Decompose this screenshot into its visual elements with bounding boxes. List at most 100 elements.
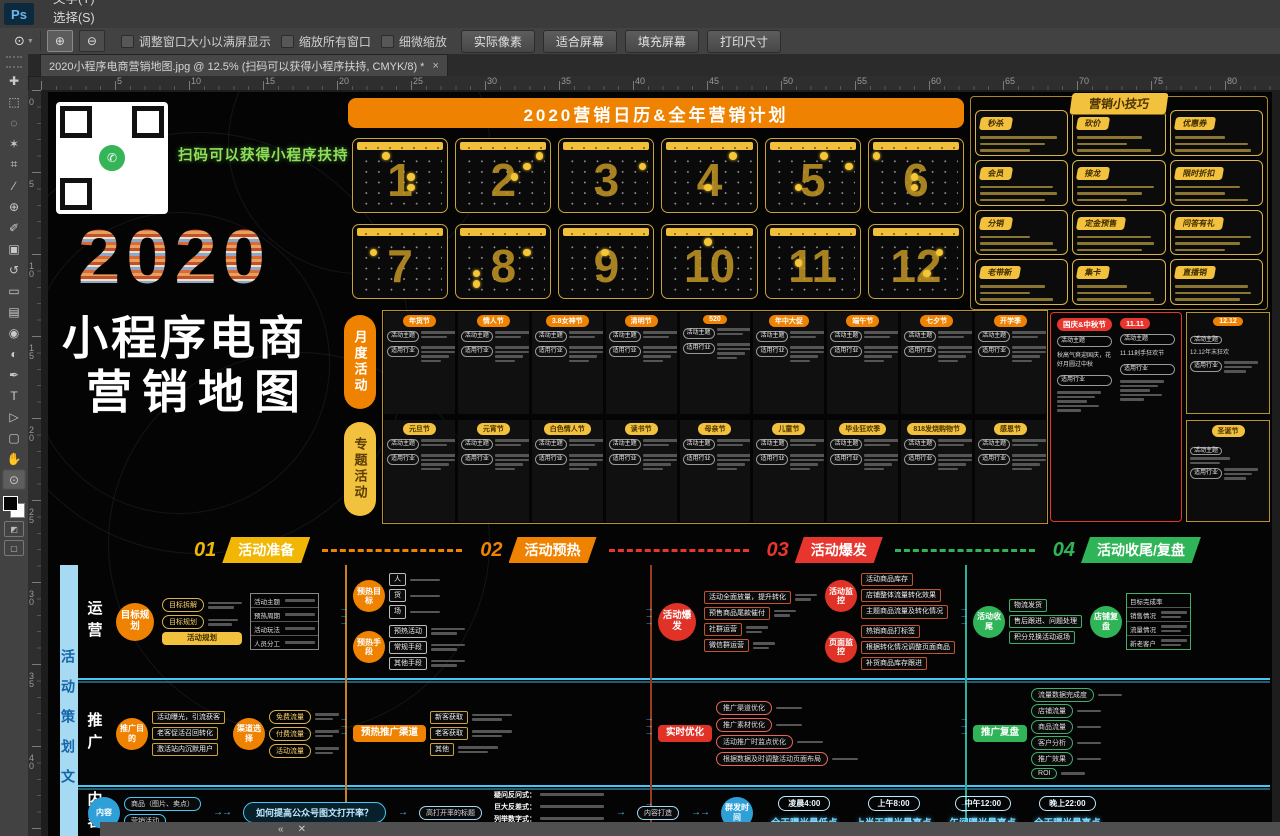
lasso-tool[interactable]: ◌ xyxy=(2,112,26,133)
dodge-tool[interactable]: ◐ xyxy=(2,343,26,364)
option-button[interactable]: 实际像素 xyxy=(461,30,535,53)
festival-day-dot xyxy=(704,184,712,192)
text-placeholder xyxy=(421,346,455,349)
gradient-tool[interactable]: ▤ xyxy=(2,301,26,322)
map-leaf-pill: 根据数据及时调整活动页面布局 xyxy=(716,752,828,766)
text-placeholder xyxy=(315,718,333,721)
map-branch-row: 流量数据完成度 xyxy=(1031,688,1122,702)
bottom-panel-bar[interactable]: « ✕ xyxy=(100,822,1280,836)
menu-item[interactable]: 文字(Y) xyxy=(42,0,109,7)
text-placeholder xyxy=(421,331,455,334)
text-placeholder xyxy=(569,468,589,471)
text-placeholder xyxy=(208,623,232,626)
event-card: 读书节活动主题适用行业 xyxy=(606,420,677,522)
ruler-tick-label: 50 xyxy=(783,76,793,86)
poster-document[interactable]: ✆ 扫码可以获得小程序扶持 2020 小程序电商 营销地图 2020营销日历&全… xyxy=(48,92,1272,836)
option-button[interactable]: 打印尺寸 xyxy=(707,30,781,53)
event-card-title: 毕业狂欢季 xyxy=(839,423,886,435)
zoom-in-button[interactable]: ⊕ xyxy=(47,30,73,52)
shape-tool[interactable]: ▢ xyxy=(2,427,26,448)
map-hub-node: 推广复盘 xyxy=(973,725,1027,742)
canvas-area[interactable]: ✆ 扫码可以获得小程序扶持 2020 小程序电商 营销地图 2020营销日历&全… xyxy=(41,90,1280,836)
hand-tool[interactable]: ✋ xyxy=(2,448,26,469)
text-placeholder xyxy=(790,351,824,354)
crop-tool[interactable]: ⌗ xyxy=(2,154,26,175)
type-tool[interactable]: T xyxy=(2,385,26,406)
map-branch-pill: 付费流量 xyxy=(269,727,311,741)
collapse-icon[interactable]: « xyxy=(278,824,284,835)
clone-stamp-tool[interactable]: ▣ xyxy=(2,238,26,259)
grid-cell: 推广目的活动曝光，引流获客老客促活召回转化激活站内沉默用户渠道选择免费流量付费流… xyxy=(110,682,345,785)
pen-tool[interactable]: ✒ xyxy=(2,364,26,385)
option-checkbox[interactable]: 调整窗口大小以满屏显示 xyxy=(121,33,271,50)
text-placeholder xyxy=(495,463,523,466)
event-card-title: 清明节 xyxy=(625,315,658,327)
close-icon[interactable]: ✕ xyxy=(298,824,306,835)
zoom-out-button[interactable]: ⊖ xyxy=(79,30,105,52)
brush-tool[interactable]: ✐ xyxy=(2,217,26,238)
map-branch-col: 热销商品打标签根据转化情况调整页面商品补货商品库存跟进 xyxy=(861,625,955,670)
industry-pill: 适用行业 xyxy=(683,454,715,465)
close-tab-icon[interactable]: × xyxy=(432,60,438,72)
map-branch-row: ROI xyxy=(1031,768,1122,779)
map-branch-row: 其他 xyxy=(430,743,512,756)
calendar-month-card: 6 xyxy=(868,138,964,213)
history-brush-tool[interactable]: ↺ xyxy=(2,259,26,280)
map-branch-row: 人 xyxy=(389,573,440,586)
marquee-tool[interactable]: ⬚ xyxy=(2,91,26,112)
option-button[interactable]: 适合屏幕 xyxy=(543,30,617,53)
option-checkbox[interactable]: 细微缩放 xyxy=(381,33,447,50)
event-card-title: 3.8女神节 xyxy=(546,315,589,327)
eyedropper-tool[interactable]: ∕ xyxy=(2,175,26,196)
text-placeholder xyxy=(864,355,892,358)
checkbox-label: 调整窗口大小以满屏显示 xyxy=(139,33,271,50)
event-card-title: 12.12 xyxy=(1213,317,1243,326)
text-placeholder xyxy=(1077,742,1101,745)
text-placeholder xyxy=(472,735,502,738)
checkbox-box[interactable] xyxy=(281,35,294,48)
foreground-color[interactable] xyxy=(3,496,18,511)
map-branch-row: 老客获取 xyxy=(430,727,512,740)
checkbox-box[interactable] xyxy=(121,35,134,48)
phase-label: 活动预热 xyxy=(509,537,597,563)
color-swatches[interactable] xyxy=(3,496,25,518)
ruler-tick-label: 80 xyxy=(1227,76,1237,86)
text-placeholder xyxy=(495,351,529,354)
move-tool[interactable]: ✚ xyxy=(2,70,26,91)
text-placeholder xyxy=(285,627,315,630)
option-checkbox[interactable]: 缩放所有窗口 xyxy=(281,33,371,50)
option-button[interactable]: 填充屏幕 xyxy=(625,30,699,53)
event-card-title: 元宵节 xyxy=(477,423,510,435)
phase-label: 活动准备 xyxy=(222,537,310,563)
zoom-tool[interactable]: ⊙ xyxy=(2,469,26,490)
eraser-tool[interactable]: ▭ xyxy=(2,280,26,301)
map-hub-node: 页面监控 xyxy=(825,631,857,663)
checkbox-box[interactable] xyxy=(381,35,394,48)
quick-mask-button[interactable]: ◩ xyxy=(4,521,24,537)
map-leaf: 活动商品库存 xyxy=(861,573,913,586)
toolbar-grip[interactable] xyxy=(6,56,22,68)
map-branch-row: 页面监控热销商品打标签根据转化情况调整页面商品补货商品库存跟进 xyxy=(825,625,955,670)
zoom-tool-preset[interactable]: ⊙ ▼ xyxy=(8,31,41,51)
text-placeholder xyxy=(643,331,677,334)
text-placeholder xyxy=(285,613,315,616)
text-placeholder xyxy=(1161,625,1187,628)
map-hub-node: 预热手段 xyxy=(353,631,385,663)
blur-tool[interactable]: ◉ xyxy=(2,322,26,343)
screen-mode-button[interactable]: ▢ xyxy=(4,540,24,556)
event-card-title: 感恩节 xyxy=(994,423,1027,435)
document-tab[interactable]: 2020小程序电商营销地图.jpg @ 12.5% (扫码可以获得小程序扶持, … xyxy=(40,54,448,76)
theme-pill: 活动主题 xyxy=(978,439,1010,450)
text-placeholder xyxy=(938,336,964,339)
text-placeholder xyxy=(717,439,751,442)
map-branch-row: 推广复盘流量数据完成度店铺流量商品流量客户分析推广效果ROI xyxy=(973,688,1122,779)
event-card: 毕业狂欢季活动主题适用行业 xyxy=(827,420,898,522)
path-select-tool[interactable]: ▷ xyxy=(2,406,26,427)
text-placeholder xyxy=(717,328,751,331)
industry-pill: 适用行业 xyxy=(904,346,936,357)
event-card-title: 圣诞节 xyxy=(1212,425,1245,437)
healing-brush-tool[interactable]: ⊕ xyxy=(2,196,26,217)
map-branch-col: 活动监控活动商品库存店铺整体流量转化效果主题商品流量及转化情况页面监控热销商品打… xyxy=(825,573,955,670)
menu-item[interactable]: 选择(S) xyxy=(42,7,109,26)
magic-wand-tool[interactable]: ✶ xyxy=(2,133,26,154)
